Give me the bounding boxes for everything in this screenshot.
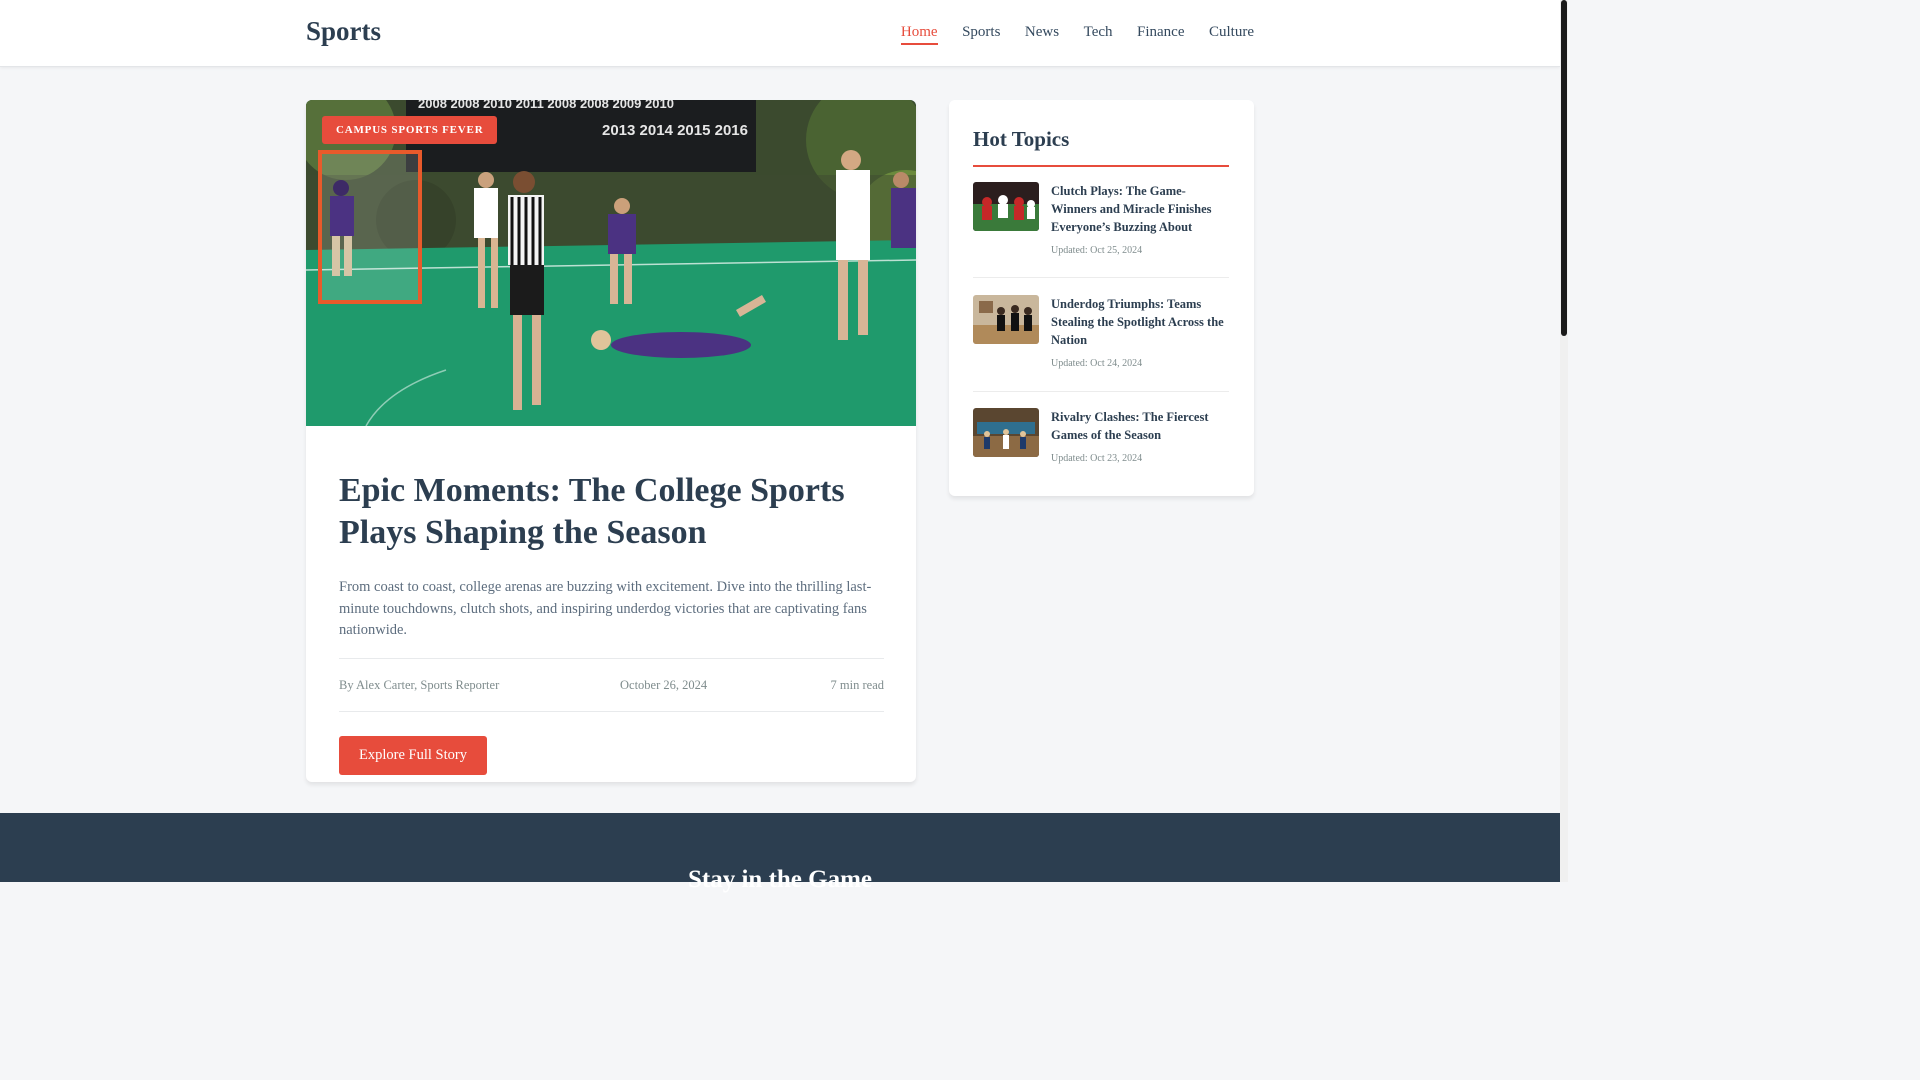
sidebar-title: Hot Topics xyxy=(973,127,1229,167)
nav-news[interactable]: News xyxy=(1025,24,1059,45)
topic-divider xyxy=(973,277,1229,278)
site-logo[interactable]: Sports xyxy=(306,16,381,47)
topic-title[interactable]: Rivalry Clashes: The Fiercest Games of t… xyxy=(1051,408,1229,444)
article-body: Epic Moments: The College Sports Plays S… xyxy=(339,470,884,775)
topic-date: Updated: Oct 25, 2024 xyxy=(1051,245,1143,256)
main-nav: Home Sports News Tech Finance Culture xyxy=(876,24,1254,45)
article-date: October 26, 2024 xyxy=(620,677,708,692)
banner-years-bottom: 2013 2014 2015 2016 xyxy=(602,122,748,139)
topic-title[interactable]: Clutch Plays: The Game-Winners and Mirac… xyxy=(1051,182,1229,236)
topic-date: Updated: Oct 23, 2024 xyxy=(1051,453,1143,464)
article-headline[interactable]: Epic Moments: The College Sports Plays S… xyxy=(339,470,884,554)
newsletter-title: Stay in the Game xyxy=(687,866,873,893)
hot-topics-sidebar: Hot Topics Clutch Plays: The Game-Winner… xyxy=(949,100,1254,496)
topic-date: Updated: Oct 24, 2024 xyxy=(1051,358,1143,369)
banner-years-top: 2008 2008 2010 2011 2008 2008 2009 2010 xyxy=(418,100,674,111)
featured-article: 2008 2008 2010 2011 2008 2008 2009 2010 … xyxy=(306,100,916,782)
nav-home[interactable]: Home xyxy=(900,24,938,45)
topic-divider xyxy=(973,391,1229,392)
nav-sports[interactable]: Sports xyxy=(962,24,1000,45)
page-scrollbar[interactable] xyxy=(1560,0,1568,882)
article-read-time: 7 min read xyxy=(830,677,884,692)
article-author: By Alex Carter, Sports Reporter xyxy=(339,677,500,692)
topic-title[interactable]: Underdog Triumphs: Teams Stealing the Sp… xyxy=(1051,295,1229,349)
lacrosse-photo: 2008 2008 2010 2011 2008 2008 2009 2010 … xyxy=(306,100,916,426)
nav-finance[interactable]: Finance xyxy=(1137,24,1184,45)
scrollbar-thumb[interactable] xyxy=(1561,0,1567,336)
article-summary: From coast to coast, college arenas are … xyxy=(339,579,872,638)
article-meta: By Alex Carter, Sports Reporter October … xyxy=(339,657,884,712)
hero-image[interactable]: 2008 2008 2010 2011 2008 2008 2009 2010 … xyxy=(306,100,916,426)
topic-thumbnail xyxy=(973,182,1039,231)
site-header: Sports Home Sports News Tech Finance Cul… xyxy=(0,0,1560,67)
topic-thumbnail xyxy=(973,408,1039,457)
category-badge[interactable]: CAMPUS SPORTS FEVER xyxy=(322,116,498,144)
nav-tech[interactable]: Tech xyxy=(1084,24,1113,45)
newsletter-section: Stay in the Game xyxy=(0,813,1560,893)
topic-thumbnail xyxy=(973,295,1039,344)
explore-full-story-button[interactable]: Explore Full Story xyxy=(339,735,487,775)
nav-culture[interactable]: Culture xyxy=(1209,24,1254,45)
